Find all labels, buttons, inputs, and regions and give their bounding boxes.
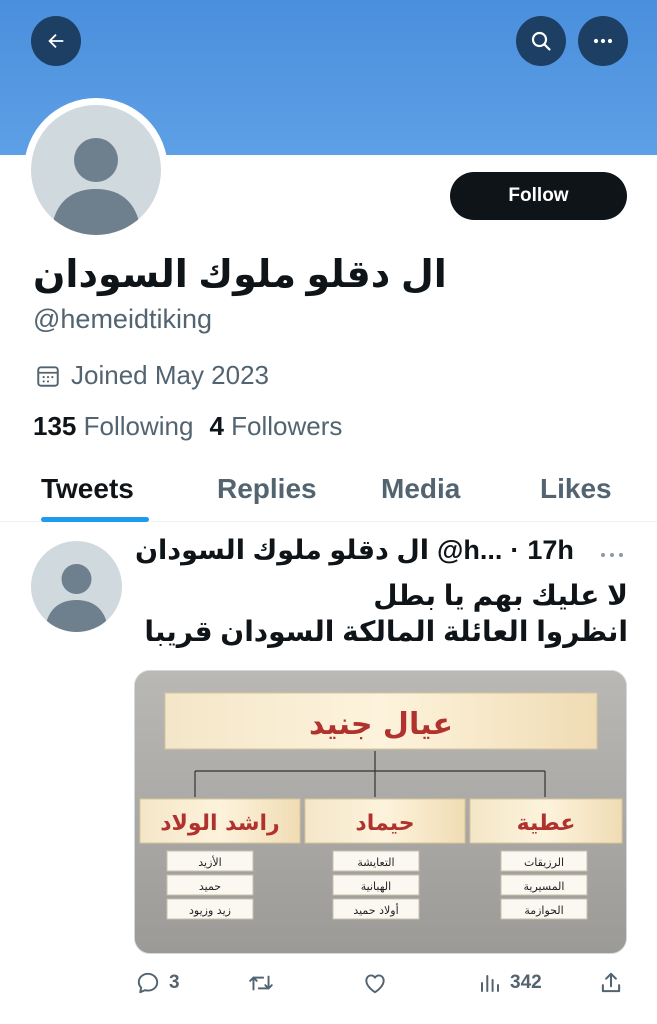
reply-icon [137,972,159,994]
branch-name: حيماد [355,811,414,836]
tweet-actions: 3 342 [0,968,657,1004]
like-button[interactable] [362,970,396,996]
child-name: الحوازمة [524,904,563,917]
followers-label: Followers [231,411,343,441]
tree-title: عيال جنيد [309,707,453,742]
follow-stats: 135 Following 4 Followers [33,411,342,442]
followers-link[interactable]: 4 Followers [209,411,342,442]
branch-name: عطية [517,811,576,836]
default-avatar-icon [45,564,108,632]
followers-count: 4 [209,411,224,441]
search-button[interactable] [516,16,566,66]
joined-label: Joined May 2023 [71,360,270,390]
views-icon [481,975,499,992]
child-name: التعايشة [357,856,394,869]
default-avatar-icon [51,138,141,235]
tab-media[interactable]: Media [381,473,460,505]
branch-name: راشد الولاد [160,811,279,836]
active-tab-indicator [41,517,149,522]
more-horizontal-icon [593,38,613,44]
search-icon [531,31,551,51]
tweet-timestamp[interactable]: 17h [527,535,574,566]
profile-tabs: Tweets Replies Media Likes [0,460,657,522]
tab-likes[interactable]: Likes [540,473,612,505]
following-label: Following [83,411,194,441]
views-count: 342 [510,972,542,993]
child-name: الرزيقات [524,856,564,869]
heart-icon [365,974,385,994]
following-count: 135 [33,411,77,441]
child-name: حميد [199,880,221,893]
tweet-media-image[interactable]: عيال جنيد راشد الولاد حيماد عطية الأزيد … [134,670,627,954]
profile-avatar[interactable] [24,98,168,242]
reply-count: 3 [169,972,180,993]
child-name: الأزيد [198,855,221,869]
follow-button[interactable]: Follow [450,172,627,220]
following-link[interactable]: 135 Following [33,411,193,442]
tweet-text-line: لا عليك بهم يا بطل [373,580,628,611]
tweet-text-line: انظروا العائلة المالكة السودان قريبا [144,616,628,647]
share-button[interactable] [598,970,624,996]
tweet-more-button[interactable] [598,548,626,562]
reply-button[interactable]: 3 [135,970,180,996]
calendar-icon [37,365,59,387]
more-horizontal-icon [601,553,623,557]
retweet-icon [249,975,273,991]
arrow-left-icon [48,33,64,49]
more-button[interactable] [578,16,628,66]
child-name: أولاد حميد [353,903,398,917]
child-name: زيد وزيود [189,904,231,917]
joined-date: Joined May 2023 [35,360,269,391]
views-button[interactable]: 342 [478,970,542,996]
tweet-author-handle[interactable]: @h... [437,535,502,566]
share-icon [601,972,621,993]
retweet-button[interactable] [247,970,283,996]
tweet-avatar[interactable] [31,541,122,632]
tweet-header: ال دقلو ملوك السودان @h... · 17h [135,535,575,566]
child-name: المسيرية [524,880,565,893]
child-name: الهبانية [361,880,391,893]
tab-replies[interactable]: Replies [217,473,317,505]
tab-tweets[interactable]: Tweets [41,473,134,505]
family-tree-image: عيال جنيد راشد الولاد حيماد عطية الأزيد … [135,671,626,953]
tweet-author-name[interactable]: ال دقلو ملوك السودان [135,535,429,566]
profile-display-name: ال دقلو ملوك السودان [33,254,447,296]
tweet-separator: · [510,535,520,565]
back-button[interactable] [31,16,81,66]
profile-handle: @hemeidtiking [33,304,212,334]
tweet-text: لا عليك بهم يا بطل انظروا العائلة المالك… [135,578,628,650]
